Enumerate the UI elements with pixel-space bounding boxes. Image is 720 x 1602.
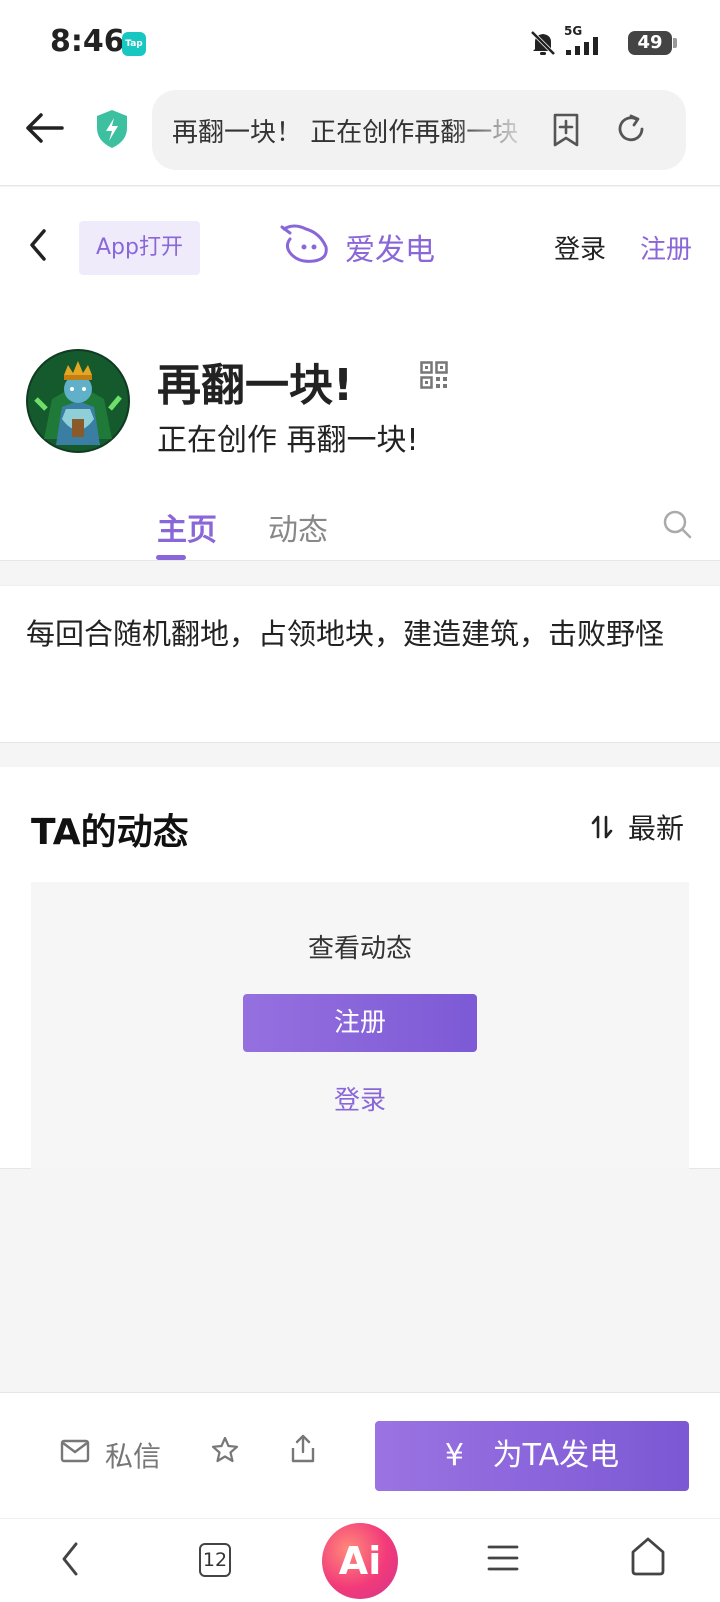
private-message-button[interactable]: 私信 [105, 1435, 161, 1475]
yen-icon: ¥ [444, 1438, 464, 1473]
creator-name: 再翻一块! [157, 360, 354, 411]
sort-latest-button[interactable]: 最新 [628, 807, 684, 847]
afdian-logo-icon[interactable] [280, 221, 332, 265]
site-header: App打开 爱发电 登录 注册 [0, 187, 720, 311]
active-tab-indicator [156, 555, 186, 560]
creator-description: 每回合随机翻地，占领地块，建造建筑，击败野怪 [26, 617, 665, 651]
brand-name[interactable]: 爱发电 [345, 225, 435, 269]
view-feed-label: 查看动态 [307, 934, 412, 964]
creator-description-card: 每回合随机翻地，占领地块，建造建筑，击败野怪 [0, 585, 720, 743]
support-creator-button[interactable]: ¥ 为TA发电 [375, 1421, 689, 1491]
share-icon[interactable] [288, 1433, 318, 1465]
browser-bottom-nav: 12 Ai [0, 1518, 720, 1602]
login-link[interactable]: 登录 [554, 229, 606, 266]
mail-icon[interactable] [60, 1439, 90, 1463]
home-icon[interactable] [628, 1535, 668, 1577]
tab-home[interactable]: 主页 [157, 505, 217, 549]
add-bookmark-icon[interactable] [550, 112, 582, 148]
bottom-action-bar: 私信 ¥ 为TA发电 [0, 1392, 720, 1518]
back-arrow-icon[interactable] [24, 110, 66, 146]
search-icon[interactable] [662, 509, 692, 539]
address-bar[interactable]: 再翻一块！ 正在创作再翻一块！ [152, 90, 686, 170]
avatar[interactable] [26, 349, 130, 453]
chevron-left-icon[interactable] [26, 225, 50, 265]
browser-toolbar: 再翻一块！ 正在创作再翻一块！ [0, 86, 720, 186]
qr-code-icon[interactable] [420, 361, 448, 389]
support-creator-label: 为TA发电 [492, 1438, 620, 1473]
status-bar: 8:46 Tap 5G 49 [0, 0, 720, 86]
tap-app-badge: Tap [122, 32, 146, 56]
refresh-icon[interactable] [614, 112, 648, 146]
sort-icon[interactable] [590, 813, 614, 841]
feed-title: TA的动态 [31, 812, 189, 853]
register-link[interactable]: 注册 [640, 229, 692, 266]
ai-assistant-button[interactable]: Ai [322, 1523, 398, 1599]
menu-icon[interactable] [486, 1541, 520, 1575]
nav-back-icon[interactable] [58, 1539, 82, 1579]
battery-indicator: 49 [628, 31, 677, 55]
mute-bell-icon [530, 30, 556, 56]
security-shield-icon[interactable] [94, 108, 130, 150]
login-button[interactable]: 登录 [31, 1080, 689, 1117]
feed-section: TA的动态 最新 查看动态 注册 登录 [0, 767, 720, 1169]
creator-subtitle: 正在创作 再翻一块! [157, 423, 419, 458]
status-time: 8:46 [50, 24, 125, 59]
register-button[interactable]: 注册 [243, 994, 477, 1052]
signal-5g-icon: 5G [564, 24, 610, 56]
tabs-count-button[interactable]: 12 [199, 1543, 231, 1577]
open-in-app-button[interactable]: App打开 [79, 221, 200, 275]
address-fade [452, 110, 532, 150]
tab-feed[interactable]: 动态 [268, 505, 328, 549]
login-gate: 查看动态 注册 登录 [31, 882, 689, 1169]
star-icon[interactable] [210, 1435, 240, 1465]
creator-profile: 再翻一块! 正在创作 再翻一块! 主页 动态 [0, 311, 720, 561]
